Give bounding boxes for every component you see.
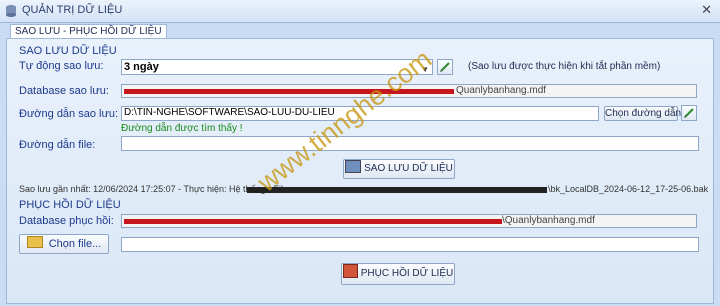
backup-button[interactable]: SAO LƯU DỮ LIỆU [343,159,455,179]
close-icon[interactable]: ✕ [701,2,712,18]
auto-backup-value: 3 ngày [124,61,159,73]
edit-path-button[interactable] [681,105,697,121]
backup-database-label: Database sao lưu: [19,85,109,97]
database-icon [6,5,16,17]
folder-icon [26,236,43,248]
title-bar: QUẢN TRỊ DỮ LIỆU ✕ [0,0,720,23]
file-path-label: Đường dẫn file: [19,139,96,151]
window-title: QUẢN TRỊ DỮ LIỆU [22,4,123,16]
redaction-mark [247,187,547,193]
edit-auto-backup-button[interactable] [437,59,453,75]
path-found-message: Đường dẫn được tìm thấy ! [121,123,243,134]
redaction-mark [124,219,502,224]
last-backup-file-redaction [247,184,547,194]
auto-backup-note: (Sao lưu được thực hiện khi tắt phần mềm… [468,61,661,72]
restore-database-suffix: \Quanlybanhang.mdf [502,215,595,226]
last-backup-file: \bk_LocalDB_2024-06-12_17-25-06.bak [548,184,709,194]
restore-button-label: PHỤC HỒI DỮ LIỆU [360,268,454,279]
restore-file-input[interactable] [121,237,699,252]
pencil-icon [440,62,450,72]
file-path-input[interactable] [121,136,699,151]
restore-icon [342,264,358,278]
save-icon [345,160,362,173]
pencil-icon [684,108,694,118]
auto-backup-label: Tự động sao lưu: [19,60,104,72]
choose-file-button[interactable]: Chọn file... [19,234,109,254]
tab-backup-restore[interactable]: SAO LƯU - PHỤC HỒI DỮ LIỆU [10,24,167,39]
backup-section-title: SAO LƯU DỮ LIỆU [19,45,117,57]
restore-database-field: \Quanlybanhang.mdf [121,214,697,228]
restore-database-label: Database phục hồi: [19,215,114,227]
restore-section-title: PHỤC HỒI DỮ LIỆU [19,199,121,211]
choose-path-button[interactable]: Chọn đường dẫn... [604,106,689,121]
choose-file-label: Chọn file... [48,238,102,250]
backup-button-label: SAO LƯU DỮ LIỆU [364,163,453,174]
tab-strip: SAO LƯU - PHỤC HỒI DỮ LIỆU [6,24,714,39]
main-panel: SAO LƯU DỮ LIỆU Tự động sao lưu: 3 ngày … [6,38,714,304]
backup-path-label: Đường dẫn sao lưu: [19,108,118,120]
backup-database-suffix: Quanlybanhang.mdf [456,85,547,96]
restore-button[interactable]: PHỤC HỒI DỮ LIỆU [341,263,455,285]
